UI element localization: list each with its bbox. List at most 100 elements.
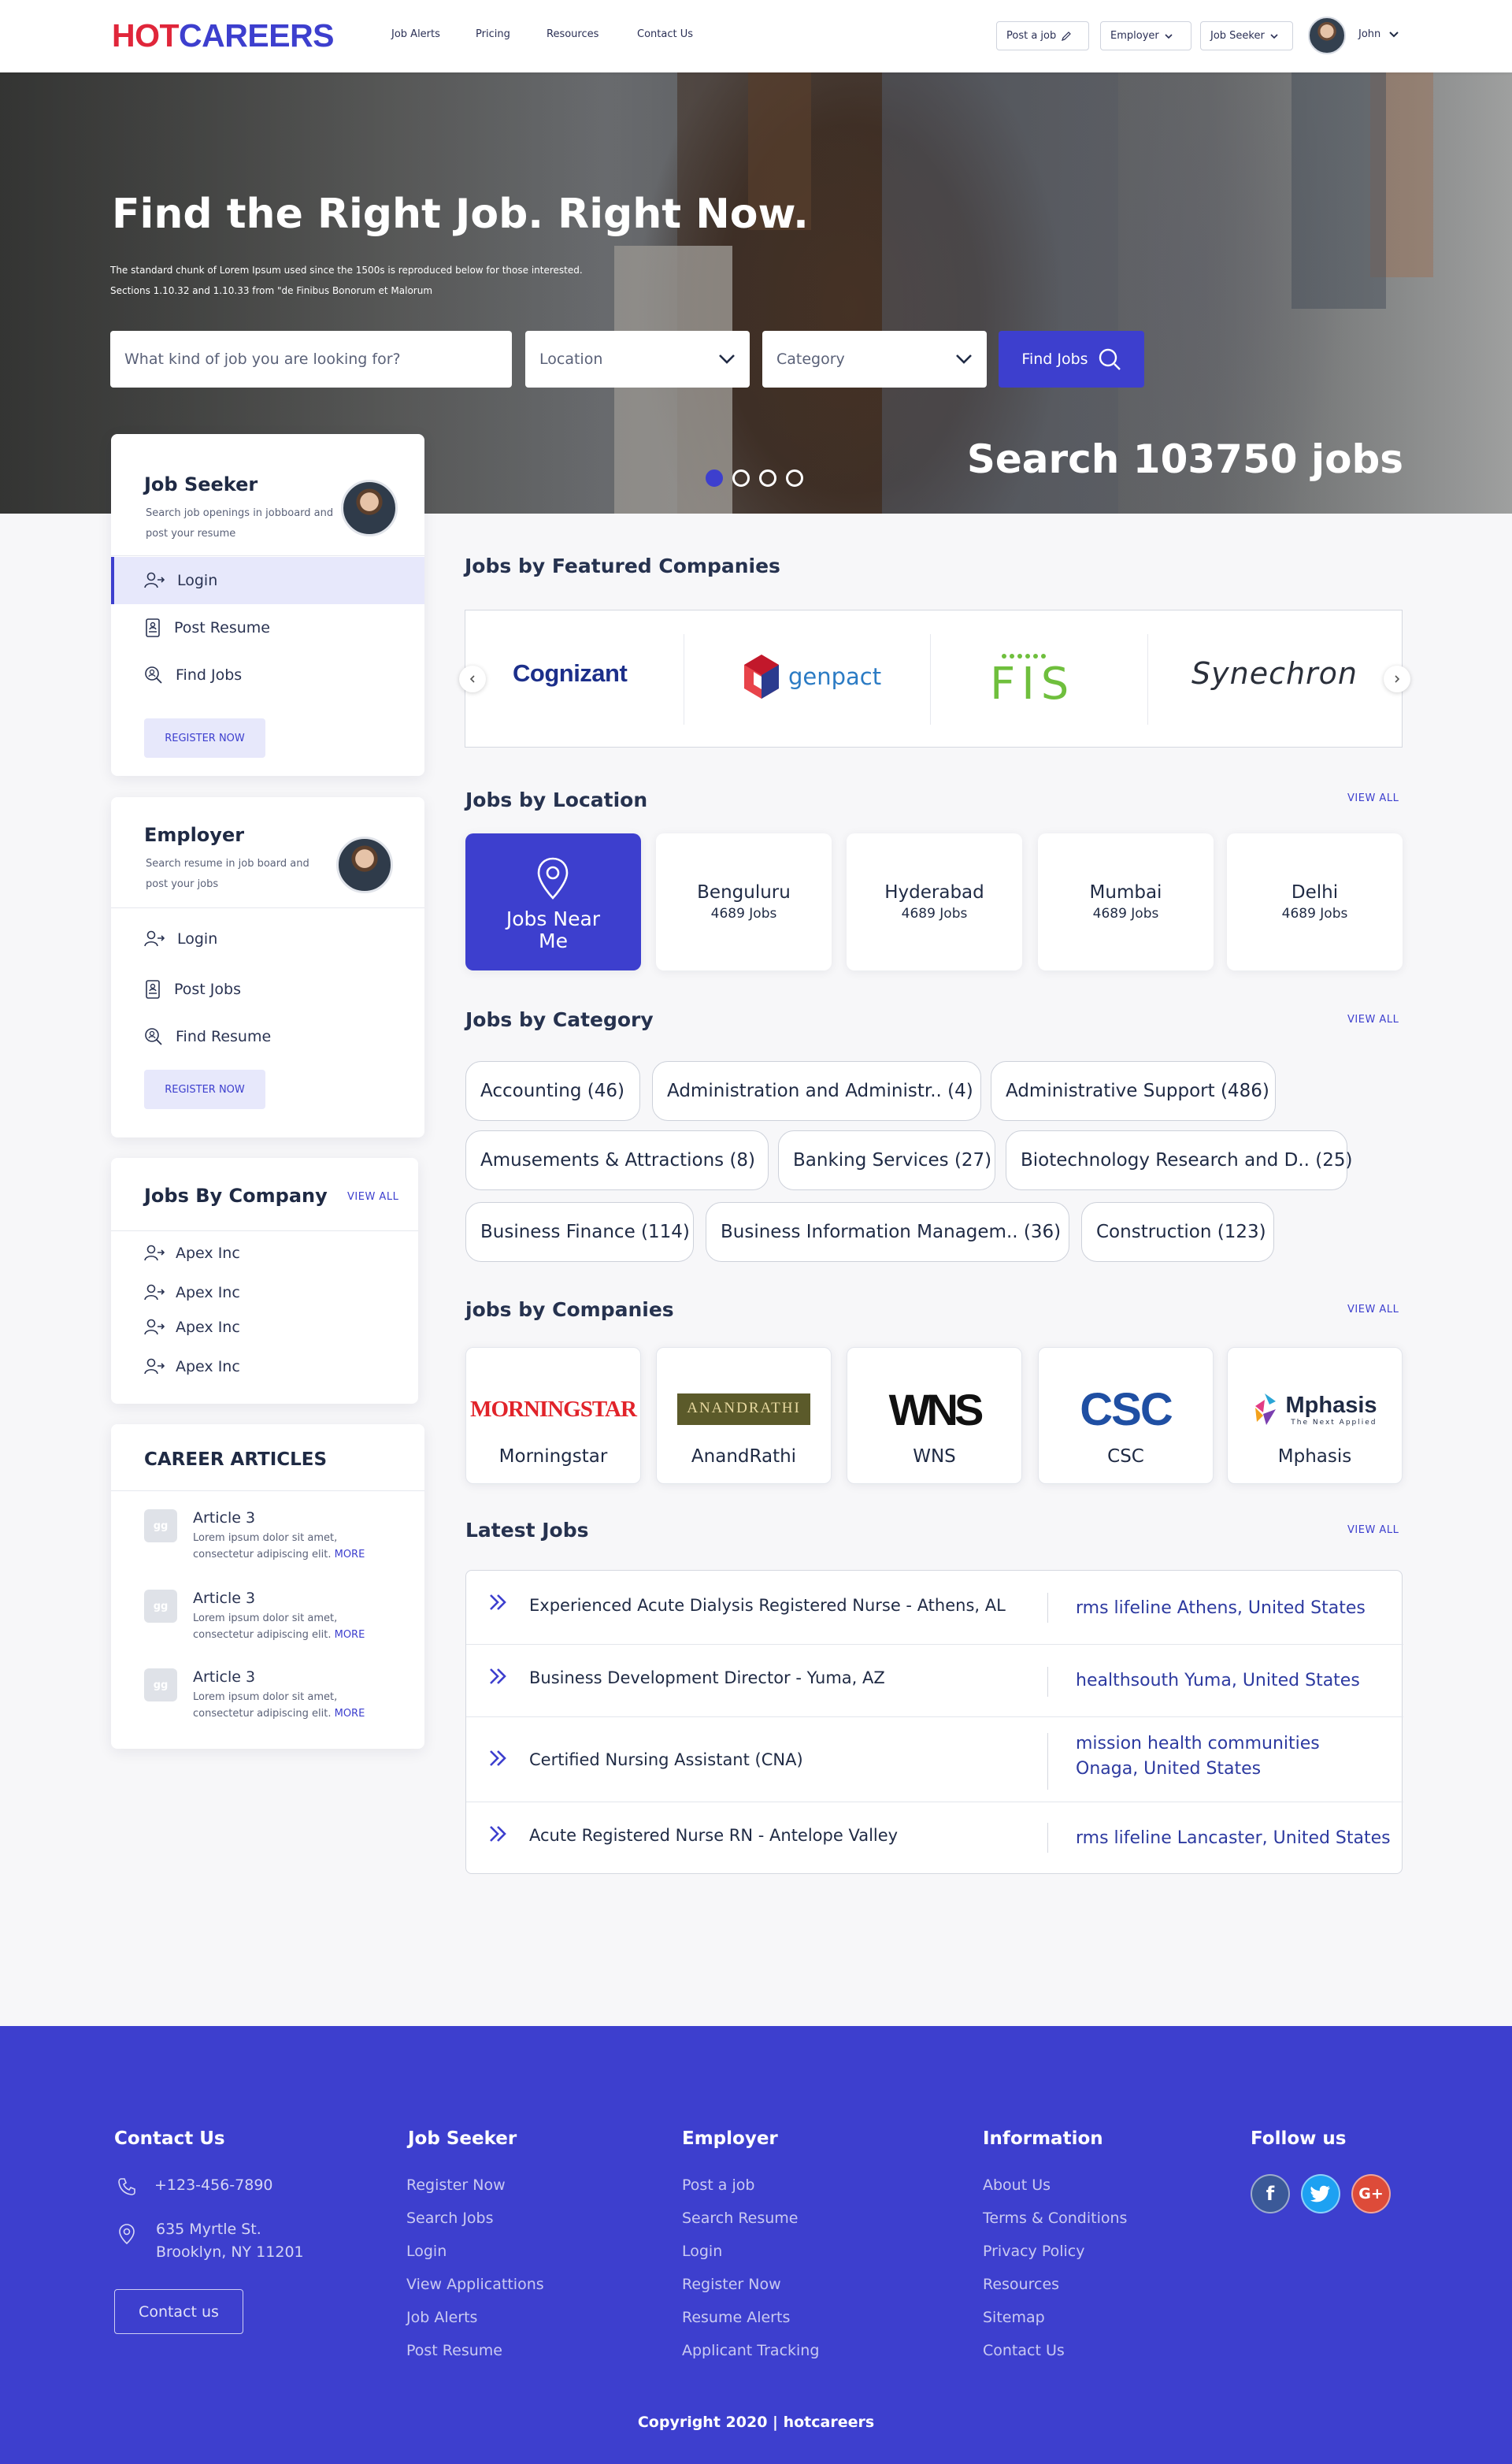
carousel-dot-4[interactable] xyxy=(786,469,803,487)
nav-pricing[interactable]: Pricing xyxy=(476,28,510,40)
cognizant-logo[interactable]: Cognizant xyxy=(513,659,628,688)
footer-link[interactable]: Job Alerts xyxy=(406,2309,477,2326)
location-view-all[interactable]: VIEW ALL xyxy=(1347,792,1399,804)
jobs-by-company-view-all[interactable]: VIEW ALL xyxy=(347,1191,398,1203)
location-card-benguluru[interactable]: Benguluru 4689 Jobs xyxy=(656,833,832,970)
nav-contact-us[interactable]: Contact Us xyxy=(637,28,693,40)
footer-link[interactable]: Register Now xyxy=(682,2276,781,2293)
job-seeker-dropdown[interactable]: Job Seeker xyxy=(1200,21,1293,50)
job-title[interactable]: Acute Registered Nurse RN - Antelope Val… xyxy=(529,1826,898,1845)
article-more-link[interactable]: MORE xyxy=(335,1708,365,1720)
company-card-anandrathi[interactable]: ANANDRATHI AnandRathi xyxy=(656,1347,832,1484)
article-more-link[interactable]: MORE xyxy=(335,1629,365,1641)
footer-link[interactable]: Resume Alerts xyxy=(682,2309,790,2326)
job-title[interactable]: Experienced Acute Dialysis Registered Nu… xyxy=(529,1596,1006,1615)
job-row[interactable]: Certified Nursing Assistant (CNA) missio… xyxy=(466,1717,1403,1802)
carousel-prev-button[interactable] xyxy=(459,666,486,692)
footer-link[interactable]: Search Resume xyxy=(682,2210,799,2227)
latest-jobs-view-all[interactable]: VIEW ALL xyxy=(1347,1524,1399,1536)
carousel-dot-3[interactable] xyxy=(759,469,776,487)
seeker-register-button[interactable]: REGISTER NOW xyxy=(144,718,265,758)
company-card-mphasis[interactable]: Mphasis The Next Applied Mphasis xyxy=(1227,1347,1403,1484)
job-row[interactable]: Experienced Acute Dialysis Registered Nu… xyxy=(466,1571,1403,1645)
footer-link[interactable]: Search Jobs xyxy=(406,2210,494,2227)
footer-link[interactable]: Sitemap xyxy=(983,2309,1045,2326)
category-chip[interactable]: Administrative Support (486) xyxy=(991,1061,1276,1121)
category-chip[interactable]: Business Information Managem.. (36) xyxy=(706,1202,1069,1262)
company-card-wns[interactable]: WNS WNS xyxy=(847,1347,1022,1484)
carousel-next-button[interactable] xyxy=(1384,666,1410,692)
footer-link[interactable]: Contact Us xyxy=(983,2342,1065,2359)
job-search-input[interactable]: What kind of job you are looking for? xyxy=(110,331,512,388)
company-card-morningstar[interactable]: MORNINGSTAR Morningstar xyxy=(465,1347,641,1484)
footer-link[interactable]: View Applicattions xyxy=(406,2276,544,2293)
category-chip[interactable]: Biotechnology Research and D.. (25) xyxy=(1006,1130,1353,1190)
footer-phone[interactable]: +123-456-7890 xyxy=(154,2174,273,2197)
user-menu[interactable]: John xyxy=(1358,28,1399,40)
genpact-logo[interactable]: genpact xyxy=(743,653,881,700)
employer-find-resume-item[interactable]: Find Resume xyxy=(111,1013,424,1060)
facebook-icon[interactable]: f xyxy=(1251,2174,1290,2214)
article-title[interactable]: Article 3 xyxy=(193,1668,255,1686)
footer-link[interactable]: Post a job xyxy=(682,2176,754,2194)
location-select[interactable]: Location xyxy=(525,331,750,388)
seeker-post-resume-item[interactable]: Post Resume xyxy=(111,604,424,651)
company-link[interactable]: Apex Inc xyxy=(144,1284,240,1301)
jobs-near-me-card[interactable]: Jobs Near Me xyxy=(465,833,641,970)
footer-link[interactable]: Applicant Tracking xyxy=(682,2342,819,2359)
category-chip[interactable]: Accounting (46) xyxy=(465,1061,640,1121)
company-link[interactable]: Apex Inc xyxy=(144,1245,240,1262)
nav-resources[interactable]: Resources xyxy=(547,28,598,40)
job-company: mission health communities Onaga, United… xyxy=(1076,1734,1320,1779)
location-card-hyderabad[interactable]: Hyderabad 4689 Jobs xyxy=(847,833,1022,970)
nav-job-alerts[interactable]: Job Alerts xyxy=(391,28,440,40)
employer-post-jobs-label: Post Jobs xyxy=(174,981,241,998)
footer-link[interactable]: Resources xyxy=(983,2276,1059,2293)
company-card-csc[interactable]: CSC CSC xyxy=(1038,1347,1214,1484)
article-title[interactable]: Article 3 xyxy=(193,1509,255,1527)
site-logo[interactable]: HOTCAREERS xyxy=(112,17,335,54)
category-chip[interactable]: Business Finance (114) xyxy=(465,1202,694,1262)
article-more-link[interactable]: MORE xyxy=(335,1549,365,1560)
twitter-icon[interactable] xyxy=(1301,2174,1340,2214)
mphasis-tagline: The Next Applied xyxy=(1291,1418,1377,1427)
job-row[interactable]: Business Development Director - Yuma, AZ… xyxy=(466,1645,1403,1717)
footer-link[interactable]: Privacy Policy xyxy=(983,2243,1084,2260)
footer-link[interactable]: About Us xyxy=(983,2176,1051,2194)
seeker-find-jobs-item[interactable]: Find Jobs xyxy=(111,651,424,699)
employer-register-button[interactable]: REGISTER NOW xyxy=(144,1070,265,1109)
category-chip[interactable]: Amusements & Attractions (8) xyxy=(465,1130,769,1190)
footer-link[interactable]: Login xyxy=(682,2243,722,2260)
category-chip[interactable]: Banking Services (27) xyxy=(778,1130,995,1190)
footer-link[interactable]: Post Resume xyxy=(406,2342,502,2359)
footer-contact-button[interactable]: Contact us xyxy=(114,2289,243,2334)
category-select[interactable]: Category xyxy=(762,331,987,388)
job-title[interactable]: Business Development Director - Yuma, AZ xyxy=(529,1668,885,1687)
footer-link[interactable]: Login xyxy=(406,2243,447,2260)
footer-link[interactable]: Terms & Conditions xyxy=(983,2210,1127,2227)
category-chip[interactable]: Administration and Administr.. (4) xyxy=(652,1061,981,1121)
synechron-logo[interactable]: Synechron xyxy=(1191,656,1358,691)
carousel-dot-1[interactable] xyxy=(706,469,723,487)
employer-post-jobs-item[interactable]: Post Jobs xyxy=(111,966,424,1013)
carousel-dot-2[interactable] xyxy=(732,469,750,487)
post-job-button[interactable]: Post a job xyxy=(996,21,1089,50)
article-title[interactable]: Article 3 xyxy=(193,1590,255,1607)
footer-link[interactable]: Register Now xyxy=(406,2176,506,2194)
employer-dropdown[interactable]: Employer xyxy=(1100,21,1191,50)
find-jobs-button[interactable]: Find Jobs xyxy=(999,331,1144,388)
google-plus-icon[interactable]: G+ xyxy=(1351,2174,1391,2214)
location-card-mumbai[interactable]: Mumbai 4689 Jobs xyxy=(1038,833,1214,970)
job-row[interactable]: Acute Registered Nurse RN - Antelope Val… xyxy=(466,1802,1403,1875)
company-link[interactable]: Apex Inc xyxy=(144,1358,240,1375)
companies-view-all[interactable]: VIEW ALL xyxy=(1347,1304,1399,1315)
category-view-all[interactable]: VIEW ALL xyxy=(1347,1014,1399,1026)
employer-login-item[interactable]: Login xyxy=(111,915,424,963)
location-card-delhi[interactable]: Delhi 4689 Jobs xyxy=(1227,833,1403,970)
seeker-login-item[interactable]: Login xyxy=(111,557,424,604)
job-title[interactable]: Certified Nursing Assistant (CNA) xyxy=(529,1750,803,1769)
company-link[interactable]: Apex Inc xyxy=(144,1319,240,1336)
fis-logo[interactable]: FIS xyxy=(990,650,1100,705)
category-chip[interactable]: Construction (123) xyxy=(1081,1202,1274,1262)
user-avatar[interactable] xyxy=(1308,17,1346,54)
